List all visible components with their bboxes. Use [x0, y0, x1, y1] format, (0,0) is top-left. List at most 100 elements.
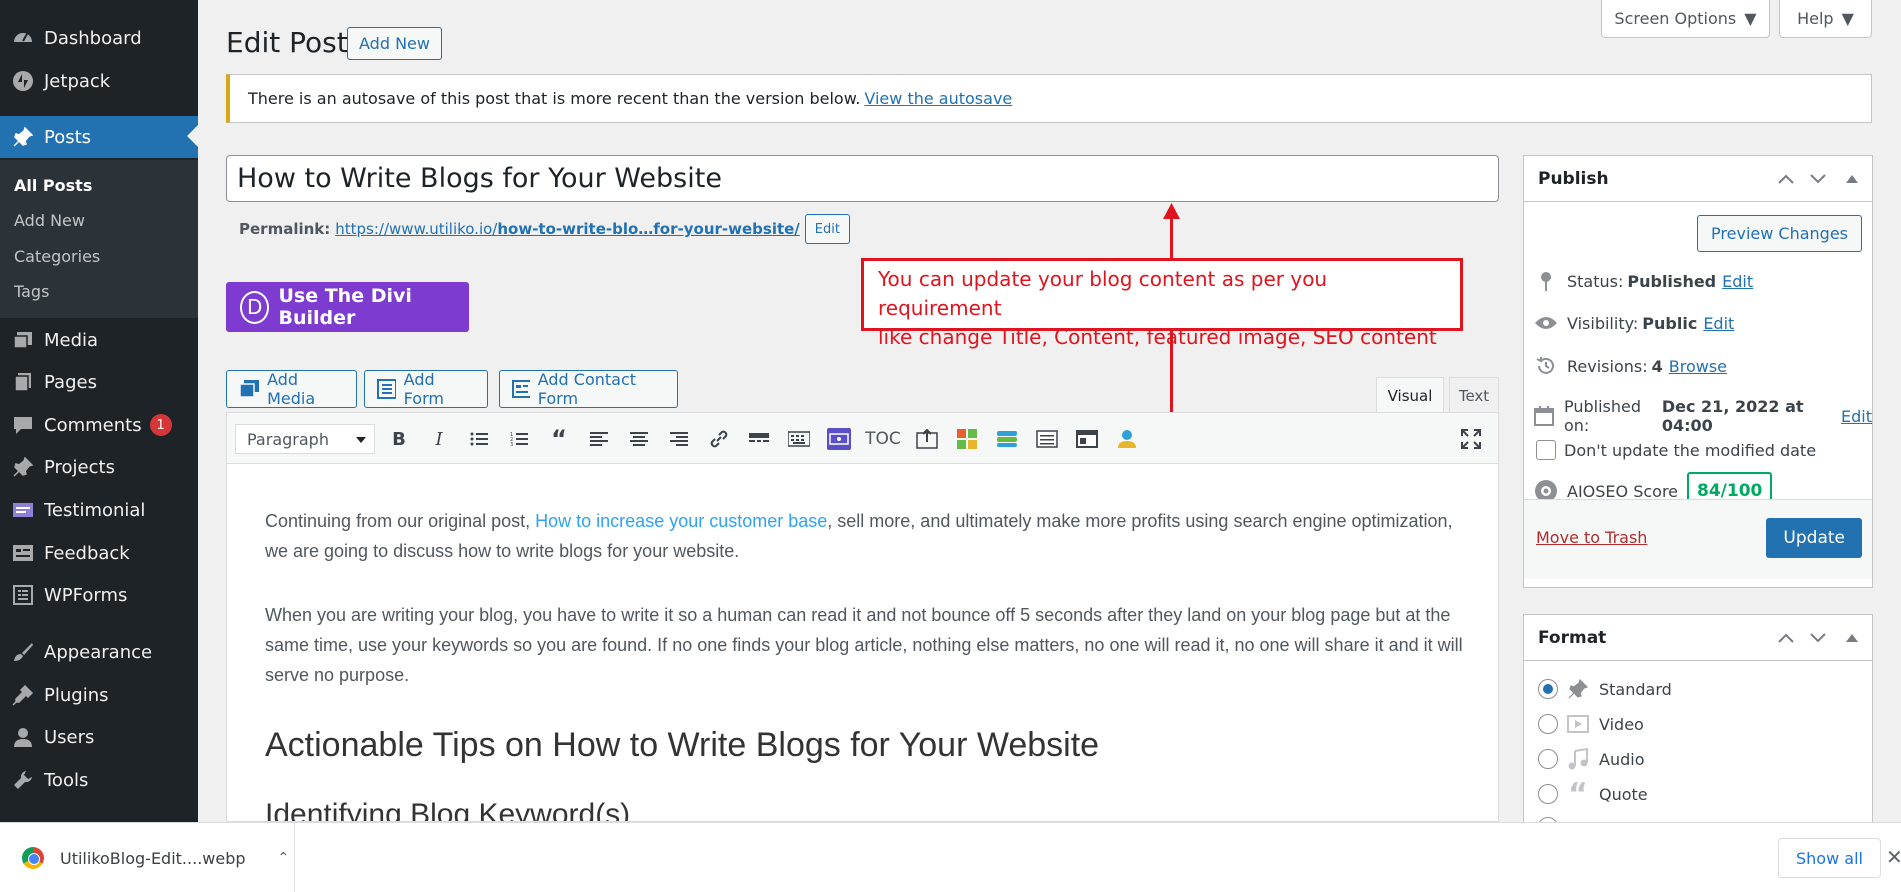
format-option-audio[interactable]: Audio: [1538, 747, 1644, 771]
submenu-all-posts[interactable]: All Posts: [14, 176, 92, 195]
submenu-categories[interactable]: Categories: [14, 247, 100, 266]
visibility-edit-link[interactable]: Edit: [1703, 314, 1734, 333]
revisions-browse-link[interactable]: Browse: [1669, 357, 1727, 376]
blockquote-icon[interactable]: “: [545, 425, 573, 453]
format-option-quote[interactable]: “ Quote: [1538, 777, 1648, 812]
format-label-quote: Quote: [1599, 784, 1648, 804]
paragraph-format-select[interactable]: Paragraph: [235, 424, 375, 454]
tab-text[interactable]: Text: [1449, 377, 1499, 413]
layers-icon[interactable]: [993, 425, 1021, 453]
page-title: Edit Post: [226, 26, 348, 59]
download-filename: UtilikoBlog-Edit....webp: [60, 848, 246, 868]
menu-item-wpforms[interactable]: WPForms: [0, 575, 198, 615]
screen-options-button[interactable]: Screen Options ▼: [1601, 0, 1770, 38]
format-option-video[interactable]: Video: [1538, 712, 1644, 736]
numbered-list-icon[interactable]: 123: [505, 425, 533, 453]
menu-item-media[interactable]: Media: [0, 320, 198, 360]
menu-item-appearance[interactable]: Appearance: [0, 632, 198, 672]
format-radio-video[interactable]: [1538, 714, 1558, 734]
tab-visual[interactable]: Visual: [1376, 377, 1444, 413]
dont-update-row[interactable]: Don't update the modified date: [1536, 440, 1816, 460]
menu-item-users[interactable]: Users: [0, 717, 198, 757]
history-icon: [1534, 354, 1558, 378]
add-contact-form-button[interactable]: Add Contact Form: [499, 370, 678, 408]
dont-update-checkbox[interactable]: [1536, 440, 1556, 460]
window-icon[interactable]: [1073, 425, 1101, 453]
permalink-base: https://www.utiliko.io/: [335, 220, 498, 238]
keyboard-icon[interactable]: [785, 425, 813, 453]
menu-label: Testimonial: [44, 499, 146, 521]
link-icon[interactable]: [705, 425, 733, 453]
align-center-icon[interactable]: [625, 425, 653, 453]
posts-submenu: All Posts Add New Categories Tags: [0, 160, 198, 318]
music-note-icon: [1566, 747, 1590, 771]
bold-icon[interactable]: B: [385, 425, 413, 453]
menu-item-testimonial[interactable]: Testimonial: [0, 490, 198, 530]
menu-item-pages[interactable]: Pages: [0, 362, 198, 402]
editor-content-area[interactable]: Continuing from our original post, How t…: [226, 464, 1499, 822]
format-radio-standard[interactable]: [1538, 679, 1558, 699]
permalink-url[interactable]: https://www.utiliko.io/how-to-write-blo……: [335, 220, 800, 238]
chevron-down-icon[interactable]: [1808, 628, 1828, 648]
add-media-button[interactable]: Add Media: [226, 370, 357, 408]
download-item[interactable]: UtilikoBlog-Edit....webp ⌃: [0, 823, 295, 892]
chevron-down-icon[interactable]: [1808, 169, 1828, 189]
menu-item-plugins[interactable]: Plugins: [0, 675, 198, 715]
format-radio-quote[interactable]: [1538, 784, 1558, 804]
user-lock-icon[interactable]: [1113, 425, 1141, 453]
submenu-tags[interactable]: Tags: [14, 282, 49, 301]
menu-item-feedback[interactable]: Feedback: [0, 533, 198, 573]
add-new-post-button[interactable]: Add New: [347, 27, 442, 60]
add-form-label: Add Form: [403, 370, 444, 408]
published-edit-link[interactable]: Edit: [1841, 407, 1872, 426]
customer-base-link[interactable]: How to increase your customer base: [535, 511, 827, 531]
collapse-triangle-icon[interactable]: [1842, 628, 1862, 648]
italic-icon[interactable]: I: [425, 425, 453, 453]
testimonial-icon: [10, 497, 36, 523]
wpforms-embed-icon[interactable]: [825, 425, 853, 453]
collapse-triangle-icon[interactable]: [1842, 169, 1862, 189]
show-all-downloads-button[interactable]: Show all: [1778, 838, 1881, 878]
close-icon[interactable]: ✕: [1886, 845, 1901, 869]
revisions-row: Revisions: 4 Browse: [1534, 354, 1727, 378]
menu-item-jetpack[interactable]: Jetpack: [0, 61, 198, 101]
chevron-up-icon[interactable]: ⌃: [278, 850, 290, 866]
fullscreen-icon[interactable]: [1457, 425, 1485, 453]
menu-item-tools[interactable]: Tools: [0, 760, 198, 800]
blocks-icon[interactable]: [953, 425, 981, 453]
publish-title: Publish: [1538, 168, 1609, 189]
permalink-edit-button[interactable]: Edit: [804, 214, 850, 244]
annotation-line-1: You can update your blog content as per …: [878, 267, 1328, 320]
use-divi-builder-button[interactable]: D Use The Divi Builder: [226, 282, 469, 332]
submenu-add-new[interactable]: Add New: [14, 211, 85, 230]
menu-item-posts[interactable]: Posts: [0, 116, 198, 158]
align-right-icon[interactable]: [665, 425, 693, 453]
chevron-up-icon[interactable]: [1776, 169, 1796, 189]
format-radio-audio[interactable]: [1538, 749, 1558, 769]
permalink-slug: how-to-write-blo…for-your-website/: [497, 220, 800, 238]
menu-label: Tools: [44, 769, 89, 791]
table-icon[interactable]: [1033, 425, 1061, 453]
format-option-standard[interactable]: Standard: [1538, 677, 1672, 701]
preview-changes-button[interactable]: Preview Changes: [1697, 215, 1862, 252]
status-edit-link[interactable]: Edit: [1722, 272, 1753, 291]
upload-icon[interactable]: [913, 425, 941, 453]
align-left-icon[interactable]: [585, 425, 613, 453]
add-form-button[interactable]: Add Form: [364, 370, 488, 408]
menu-item-dashboard[interactable]: Dashboard: [0, 18, 198, 58]
publish-actions: Move to Trash Update: [1524, 499, 1872, 579]
add-contact-form-label: Add Contact Form: [537, 370, 637, 408]
caret-down-icon: ▼: [1841, 9, 1854, 28]
post-title-input[interactable]: How to Write Blogs for Your Website: [226, 155, 1499, 202]
update-button[interactable]: Update: [1766, 518, 1862, 558]
bullet-list-icon[interactable]: [465, 425, 493, 453]
toc-button[interactable]: TOC: [863, 425, 903, 453]
menu-item-projects[interactable]: Projects: [0, 447, 198, 487]
move-to-trash-link[interactable]: Move to Trash: [1536, 528, 1647, 547]
menu-item-comments[interactable]: Comments 1: [0, 405, 198, 445]
chrome-icon: [22, 847, 44, 869]
help-button[interactable]: Help ▼: [1779, 0, 1872, 38]
read-more-icon[interactable]: [745, 425, 773, 453]
chevron-up-icon[interactable]: [1776, 628, 1796, 648]
view-autosave-link[interactable]: View the autosave: [864, 89, 1012, 108]
